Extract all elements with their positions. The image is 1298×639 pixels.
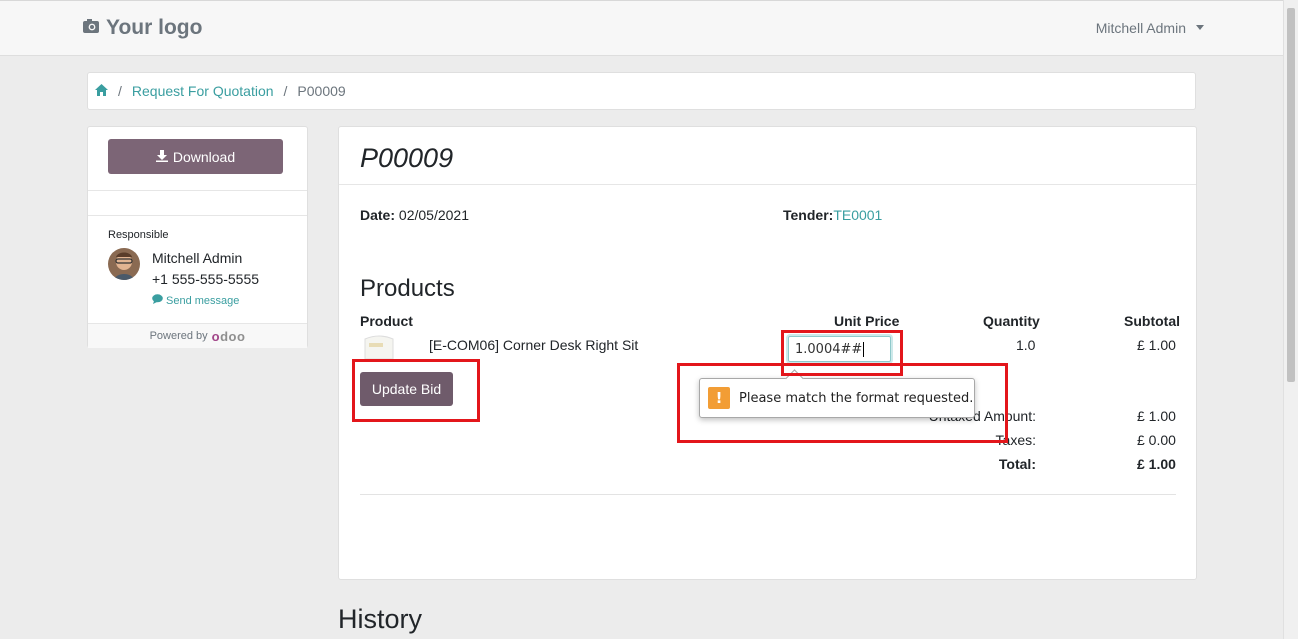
date-label: Date:	[360, 207, 396, 223]
camera-icon	[82, 16, 100, 40]
powered-by-label: Powered by	[149, 330, 208, 342]
breadcrumb-current: P00009	[297, 83, 346, 99]
tender-label: Tender:	[783, 207, 834, 223]
download-button[interactable]: Download	[108, 139, 283, 174]
responsible-name: Mitchell Admin	[152, 250, 243, 266]
quantity-value: 1.0	[1016, 337, 1036, 353]
unit-price-value: 1.0004##	[795, 342, 863, 357]
quotation-card: P00009 Date: 02/05/2021 Tender:TE0001 Pr…	[338, 126, 1197, 580]
send-message-link[interactable]: Send message	[152, 294, 239, 307]
untaxed-amount-value: £ 1.00	[1137, 408, 1176, 424]
column-header-product: Product	[360, 313, 413, 329]
download-label: Download	[172, 148, 236, 165]
unit-price-input[interactable]: 1.0004##	[788, 336, 891, 362]
download-icon	[155, 149, 168, 165]
subtotal-value: £ 1.00	[1137, 337, 1176, 353]
page-scrollbar[interactable]	[1283, 0, 1298, 639]
comment-icon	[152, 294, 163, 307]
taxes-value: £ 0.00	[1137, 432, 1176, 448]
avatar	[108, 248, 140, 280]
user-menu[interactable]: Mitchell Admin	[1096, 20, 1204, 36]
logo[interactable]: Your logo	[82, 16, 202, 40]
text-cursor	[863, 342, 865, 357]
breadcrumb-request-for-quotation[interactable]: Request For Quotation	[132, 83, 274, 99]
scrollbar-thumb[interactable]	[1287, 8, 1295, 382]
validation-message: Please match the format requested.	[739, 390, 974, 406]
breadcrumb-separator: /	[283, 83, 288, 99]
logo-text: Your logo	[106, 16, 203, 39]
product-image	[361, 333, 397, 363]
tender-field: Tender:TE0001	[783, 207, 882, 223]
divider	[339, 184, 1196, 185]
page-title: P00009	[360, 143, 454, 173]
divider	[88, 190, 307, 191]
update-bid-button[interactable]: Update Bid	[360, 372, 453, 406]
total-label: Total:	[998, 456, 1036, 472]
responsible-label: Responsible	[108, 229, 169, 241]
products-heading: Products	[360, 275, 455, 302]
history-heading: History	[338, 604, 423, 634]
user-name: Mitchell Admin	[1095, 20, 1186, 36]
date-field: Date: 02/05/2021	[360, 207, 469, 223]
product-name: [E-COM06] Corner Desk Right Sit	[429, 337, 639, 353]
validation-tooltip: ! Please match the format requested.	[699, 378, 975, 418]
top-navbar: Your logo Mitchell Admin	[0, 0, 1284, 56]
powered-by: Powered by odoo	[88, 323, 307, 348]
warning-icon: !	[708, 387, 730, 409]
sidebar-card: Download Responsible Mitchell Admin +1 5…	[87, 126, 308, 348]
divider	[360, 494, 1176, 495]
send-message-label: Send message	[166, 294, 240, 307]
divider	[88, 215, 307, 216]
date-value: 02/05/2021	[398, 207, 469, 223]
total-value: £ 1.00	[1137, 456, 1176, 472]
responsible-phone: +1 555-555-5555	[152, 271, 260, 287]
tender-link[interactable]: TE0001	[833, 207, 882, 223]
taxes-label: Taxes:	[995, 432, 1036, 448]
breadcrumb-separator: /	[118, 83, 122, 99]
breadcrumb: / Request For Quotation / P00009	[87, 72, 1196, 110]
column-header-unit-price: Unit Price	[834, 313, 900, 329]
odoo-logo[interactable]: odoo	[212, 329, 246, 344]
caret-down-icon	[1196, 24, 1204, 30]
home-icon[interactable]	[95, 83, 108, 99]
column-header-quantity: Quantity	[983, 313, 1040, 329]
column-header-subtotal: Subtotal	[1124, 313, 1180, 329]
